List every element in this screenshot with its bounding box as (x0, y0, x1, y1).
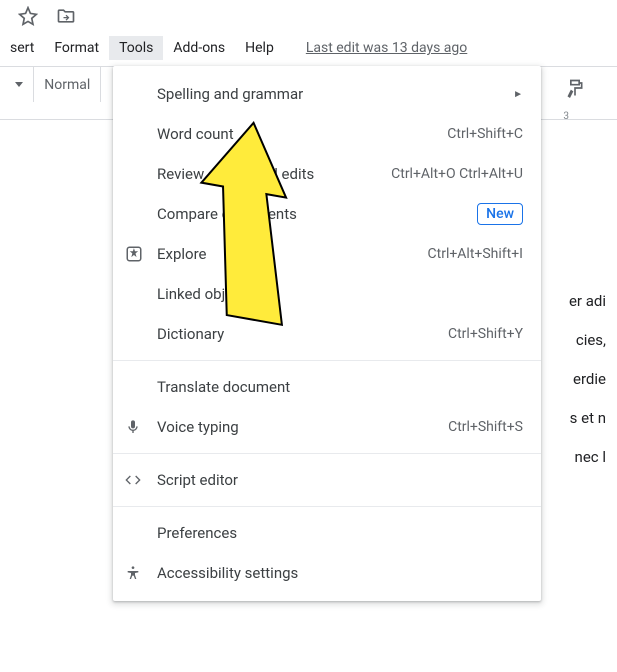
accessibility-icon (125, 565, 157, 581)
toolbar-seg-a[interactable]: s (0, 67, 34, 102)
menu-item-label: Linked objects (157, 285, 523, 303)
menu-preferences[interactable]: Preferences (113, 513, 541, 553)
new-badge: New (477, 203, 523, 225)
menu-item-label: Dictionary (157, 325, 448, 343)
menu-compare-documents[interactable]: Compare documents New (113, 194, 541, 234)
menu-shortcut: Ctrl+Shift+Y (448, 326, 523, 342)
last-edit-link[interactable]: Last edit was 13 days ago (306, 40, 467, 56)
menu-addons[interactable]: Add-ons (163, 36, 235, 60)
menu-item-label: Preferences (157, 524, 523, 542)
menu-voice-typing[interactable]: Voice typing Ctrl+Shift+S (113, 407, 541, 447)
menu-item-label: Translate document (157, 378, 523, 396)
menu-format[interactable]: Format (44, 36, 109, 60)
menu-item-label: Word count (157, 125, 447, 143)
menu-dictionary[interactable]: Dictionary Ctrl+Shift+Y (113, 314, 541, 354)
move-folder-icon[interactable] (56, 6, 76, 26)
menu-item-label: Accessibility settings (157, 564, 523, 582)
menu-item-label: Explore (157, 245, 428, 263)
menu-review-suggested-edits[interactable]: Review suggested edits Ctrl+Alt+O Ctrl+A… (113, 154, 541, 194)
menu-separator (113, 506, 541, 507)
menu-item-label: Review suggested edits (157, 165, 391, 183)
menu-script-editor[interactable]: Script editor (113, 460, 541, 500)
ruler-mark-3: 3 (563, 111, 569, 122)
explore-icon (125, 245, 157, 263)
menu-linked-objects[interactable]: Linked objects (113, 274, 541, 314)
tools-dropdown-menu: Spelling and grammar ► Word count Ctrl+S… (113, 66, 541, 601)
paint-format-icon[interactable] (565, 78, 585, 98)
menu-help[interactable]: Help (235, 36, 284, 60)
menu-accessibility-settings[interactable]: Accessibility settings (113, 553, 541, 593)
menu-shortcut: Ctrl+Shift+S (448, 419, 523, 435)
star-icon[interactable] (18, 6, 38, 26)
menu-bar: sert Format Tools Add-ons Help Last edit… (0, 32, 617, 66)
menu-shortcut: Ctrl+Alt+Shift+I (428, 246, 523, 262)
microphone-icon (125, 419, 157, 435)
menu-separator (113, 453, 541, 454)
code-icon (125, 472, 157, 488)
styles-dropdown[interactable]: Normal (34, 67, 101, 102)
menu-spelling-grammar[interactable]: Spelling and grammar ► (113, 74, 541, 114)
menu-word-count[interactable]: Word count Ctrl+Shift+C (113, 114, 541, 154)
menu-item-label: Compare documents (157, 205, 477, 223)
menu-insert[interactable]: sert (0, 36, 44, 60)
menu-separator (113, 360, 541, 361)
menu-item-label: Voice typing (157, 418, 448, 436)
submenu-arrow-icon: ► (513, 89, 523, 100)
menu-translate-document[interactable]: Translate document (113, 367, 541, 407)
menu-shortcut: Ctrl+Shift+C (447, 126, 523, 142)
menu-explore[interactable]: Explore Ctrl+Alt+Shift+I (113, 234, 541, 274)
menu-tools[interactable]: Tools (109, 36, 163, 60)
menu-item-label: Spelling and grammar (157, 85, 513, 103)
styles-label: Normal (44, 77, 90, 93)
menu-item-label: Script editor (157, 471, 523, 489)
menu-shortcut: Ctrl+Alt+O Ctrl+Alt+U (391, 166, 523, 182)
